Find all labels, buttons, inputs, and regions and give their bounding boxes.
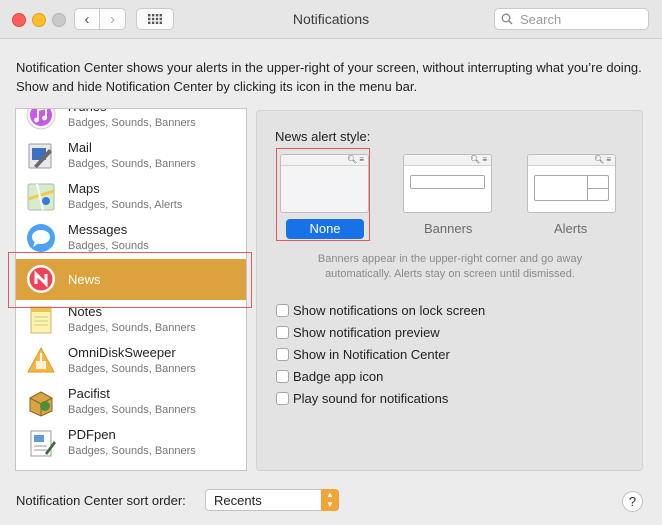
checkbox[interactable] <box>276 391 289 405</box>
messages-icon <box>27 224 55 252</box>
option-label: Show notifications on lock screen <box>293 302 486 318</box>
checkbox[interactable] <box>276 325 289 339</box>
app-row-omnidisksweeper[interactable]: OmniDiskSweeper Badges, Sounds, Banners <box>16 341 246 382</box>
option-label: Play sound for notifications <box>293 390 449 406</box>
search-field[interactable] <box>494 8 649 30</box>
app-row-mail[interactable]: Mail Badges, Sounds, Banners <box>16 136 246 177</box>
app-subtitle: Badges, Sounds, Banners <box>68 363 196 375</box>
help-button[interactable]: ? <box>622 491 643 512</box>
app-row-maps[interactable]: Maps Badges, Sounds, Alerts <box>16 177 246 218</box>
search-input[interactable] <box>518 10 642 28</box>
checkbox[interactable] <box>276 303 289 317</box>
news-icon <box>27 265 55 293</box>
mail-icon <box>28 143 52 169</box>
checkbox[interactable] <box>276 369 289 383</box>
sort-order-value: Recents <box>214 493 262 508</box>
search-list-icon: 🔍︎ ≡ <box>469 155 487 164</box>
style-banners-option[interactable]: 🔍︎ ≡ <box>403 154 492 213</box>
maps-icon <box>27 183 55 211</box>
option-sound[interactable]: Play sound for notifications <box>276 389 448 407</box>
app-name: Mail <box>68 140 92 155</box>
option-label: Show in Notification Center <box>293 346 450 362</box>
style-banners-label[interactable]: Banners <box>424 221 472 236</box>
option-lock-screen[interactable]: Show notifications on lock screen <box>276 301 485 319</box>
pacifist-icon <box>29 391 53 417</box>
pdfpen-icon <box>30 430 56 457</box>
option-badge[interactable]: Badge app icon <box>276 367 383 385</box>
search-list-icon: 🔍︎ ≡ <box>346 155 364 164</box>
app-subtitle: Badges, Sounds, Banners <box>68 158 196 170</box>
banner-preview <box>410 175 485 189</box>
app-row-pacifist[interactable]: Pacifist Badges, Sounds, Banners <box>16 382 246 423</box>
app-name: News <box>68 272 101 287</box>
alert-style-label: News alert style: <box>275 129 371 144</box>
app-name: PDFpen <box>68 427 116 442</box>
search-icon <box>501 13 513 25</box>
app-subtitle: Badges, Sounds, Alerts <box>68 199 183 211</box>
app-subtitle: Badges, Sounds, Banners <box>68 404 196 416</box>
app-name: iTunes <box>68 109 107 114</box>
option-label: Badge app icon <box>293 368 384 384</box>
app-row-notes[interactable]: Notes Badges, Sounds, Banners <box>16 300 246 341</box>
omnidisksweeper-icon <box>27 346 55 373</box>
sort-order-select[interactable]: Recents ▲ ▼ <box>205 489 339 511</box>
style-none-label[interactable]: None <box>286 219 364 239</box>
sort-order-label: Notification Center sort order: <box>16 493 186 508</box>
app-name: Maps <box>68 181 100 196</box>
app-subtitle: Badges, Sounds <box>68 240 149 252</box>
style-alerts-option[interactable]: 🔍︎ ≡ <box>527 154 616 213</box>
app-subtitle: Badges, Sounds, Banners <box>68 445 196 457</box>
app-row-pdfpen[interactable]: PDFpen Badges, Sounds, Banners <box>16 423 246 464</box>
alert-preview <box>534 175 609 201</box>
app-list[interactable]: iTunes Badges, Sounds, Banners Mail Badg… <box>15 108 247 471</box>
app-row-itunes[interactable]: iTunes Badges, Sounds, Banners <box>16 109 246 136</box>
app-row-messages[interactable]: Messages Badges, Sounds <box>16 218 246 259</box>
description-text: Notification Center shows your alerts in… <box>16 60 642 94</box>
itunes-icon <box>26 109 56 130</box>
chevron-up-down-icon: ▲ ▼ <box>321 489 339 511</box>
app-name: Notes <box>68 304 102 319</box>
style-helper-text: Banners appear in the upper-right corner… <box>317 253 583 280</box>
app-subtitle: Badges, Sounds, Banners <box>68 322 196 334</box>
app-name: Messages <box>68 222 128 237</box>
checkbox[interactable] <box>276 347 289 361</box>
option-label: Show notification preview <box>293 324 440 340</box>
notes-icon <box>30 306 52 334</box>
app-subtitle: Badges, Sounds, Banners <box>68 117 196 129</box>
app-row-news[interactable]: News <box>16 259 246 300</box>
app-name: Pacifist <box>68 386 110 401</box>
title-bar: ‹ › Notifications <box>0 0 662 39</box>
search-list-icon: 🔍︎ ≡ <box>593 155 611 164</box>
style-alerts-label[interactable]: Alerts <box>554 221 587 236</box>
style-none-option[interactable]: 🔍︎ ≡ <box>280 154 369 213</box>
app-name: OmniDiskSweeper <box>68 345 176 360</box>
option-notification-center[interactable]: Show in Notification Center <box>276 345 450 363</box>
option-preview[interactable]: Show notification preview <box>276 323 440 341</box>
